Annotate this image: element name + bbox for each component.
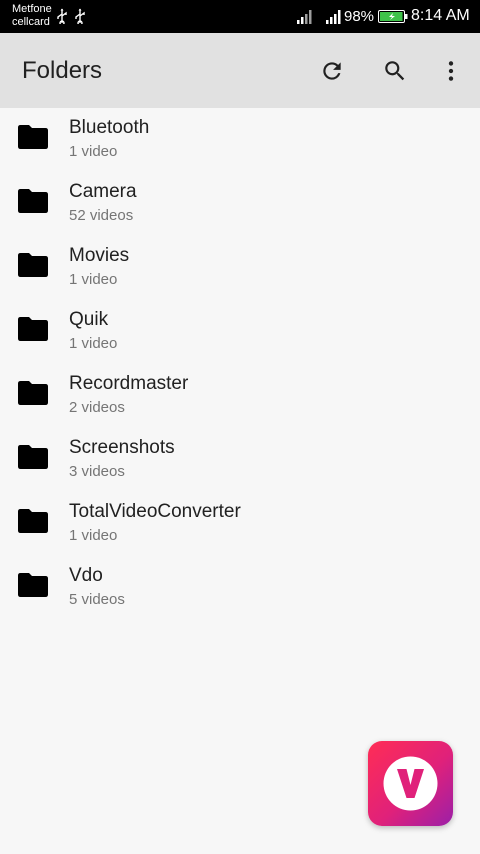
status-bar: Metfone cellcard 98% 8:14 AM	[0, 0, 480, 33]
usb-icon	[57, 8, 67, 24]
folder-list-item[interactable]: Screenshots 3 videos	[0, 431, 480, 495]
folder-video-count: 2 videos	[69, 399, 125, 416]
page-title: Folders	[22, 57, 103, 84]
folder-icon	[18, 253, 48, 277]
folder-list-item[interactable]: Vdo 5 videos	[0, 559, 480, 623]
folder-icon	[18, 317, 48, 341]
more-vertical-icon	[448, 61, 454, 81]
battery-icon	[378, 10, 408, 23]
folder-list-item[interactable]: Bluetooth 1 video	[0, 111, 480, 175]
folder-video-count: 52 videos	[69, 207, 134, 224]
folder-video-count: 5 videos	[69, 591, 125, 608]
folder-video-count: 1 video	[69, 527, 118, 544]
app-logo-button[interactable]	[368, 741, 453, 826]
folder-name: Quik	[69, 309, 109, 330]
folder-video-count: 1 video	[69, 271, 118, 288]
folder-name: Bluetooth	[69, 117, 150, 138]
refresh-icon	[323, 62, 341, 80]
usb-icon	[75, 8, 85, 24]
clock: 8:14 AM	[411, 7, 470, 24]
folder-icon	[18, 189, 48, 213]
carrier-label: Metfone cellcard	[12, 3, 52, 29]
folder-icon	[18, 381, 48, 405]
more-options-button[interactable]	[433, 53, 469, 89]
carrier-line-2: cellcard	[12, 16, 50, 28]
folder-name: Movies	[69, 245, 130, 266]
folder-list-item[interactable]: Movies 1 video	[0, 239, 480, 303]
folder-name: Camera	[69, 181, 137, 202]
folder-icon	[18, 573, 48, 597]
folder-name: Vdo	[69, 565, 103, 586]
search-icon	[385, 61, 405, 81]
folder-icon	[18, 509, 48, 533]
folders-screen: Metfone cellcard 98% 8:14 AM Folders Blu…	[0, 0, 480, 854]
folder-icon	[18, 125, 48, 149]
folder-name: TotalVideoConverter	[69, 501, 241, 522]
battery-percent: 98%	[344, 8, 375, 25]
folder-icon	[18, 445, 48, 469]
folder-list-item[interactable]: Camera 52 videos	[0, 175, 480, 239]
folder-video-count: 3 videos	[69, 463, 125, 480]
folder-name: Recordmaster	[69, 373, 189, 394]
app-bar: Folders	[0, 33, 480, 108]
refresh-button[interactable]	[314, 53, 350, 89]
folder-name: Screenshots	[69, 437, 175, 458]
app-logo-v-icon	[383, 756, 438, 811]
signal-icon	[326, 10, 341, 24]
folder-video-count: 1 video	[69, 335, 118, 352]
signal-icon	[297, 10, 312, 24]
folder-list-item[interactable]: Quik 1 video	[0, 303, 480, 367]
folder-list-item[interactable]: TotalVideoConverter 1 video	[0, 495, 480, 559]
carrier-line-1: Metfone	[12, 3, 52, 15]
folder-list-item[interactable]: Recordmaster 2 videos	[0, 367, 480, 431]
folder-video-count: 1 video	[69, 143, 118, 160]
search-button[interactable]	[377, 53, 413, 89]
